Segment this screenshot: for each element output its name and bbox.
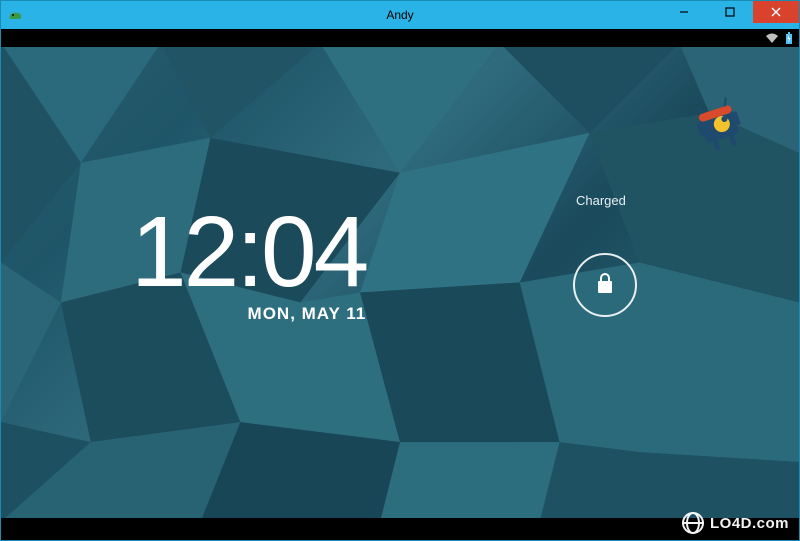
minimize-button[interactable] xyxy=(661,1,707,23)
battery-icon xyxy=(785,32,793,44)
titlebar[interactable]: Andy xyxy=(1,1,799,29)
unlock-button[interactable] xyxy=(573,253,637,317)
android-mascot-icon xyxy=(684,95,754,155)
clock-widget: 12:04 MON, MAY 11 xyxy=(131,202,366,324)
wifi-icon xyxy=(765,32,779,44)
window-title: Andy xyxy=(386,8,413,22)
close-button[interactable] xyxy=(753,1,799,23)
window-controls xyxy=(661,1,799,23)
emulator-viewport: 12:04 MON, MAY 11 Charged xyxy=(1,29,799,540)
watermark-text: LO4D.com xyxy=(710,515,789,532)
app-icon xyxy=(7,6,25,24)
app-window: Andy xyxy=(0,0,800,541)
lockscreen[interactable]: 12:04 MON, MAY 11 Charged xyxy=(1,47,799,518)
globe-icon xyxy=(682,512,704,534)
android-status-bar[interactable] xyxy=(1,29,799,47)
clock-time: 12:04 xyxy=(131,202,366,302)
watermark: LO4D.com xyxy=(682,512,789,534)
charge-status: Charged xyxy=(576,193,626,208)
lock-icon xyxy=(595,271,615,300)
maximize-button[interactable] xyxy=(707,1,753,23)
android-nav-bar xyxy=(1,518,799,540)
